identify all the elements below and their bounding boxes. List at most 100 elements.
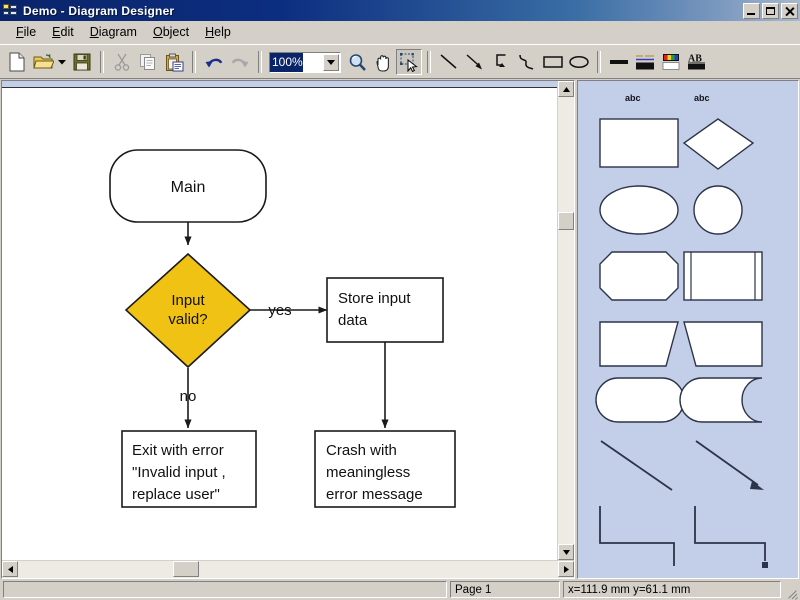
diagram-canvas[interactable]: Main Input valid? yes no Store input dat…	[2, 81, 557, 560]
menu-label-help: elp	[214, 25, 231, 39]
text-format-icon[interactable]: AB	[684, 49, 710, 75]
node-crash[interactable]: Crash with meaningless error message	[314, 430, 456, 508]
scroll-up-button[interactable]	[558, 81, 574, 97]
zoom-value[interactable]: 100%	[270, 52, 303, 72]
node-decision-label-1: Input	[171, 292, 205, 309]
vertical-scroll-track[interactable]	[558, 97, 574, 544]
toolbar-separator	[100, 51, 104, 73]
node-decision-label-2: valid?	[168, 311, 207, 328]
arrow-shape	[695, 440, 759, 486]
shape-palette[interactable]: abc abc	[577, 80, 799, 579]
open-icon[interactable]	[30, 49, 56, 75]
toolbar: 100% AB	[0, 44, 800, 79]
edge-label-no: no	[180, 388, 197, 405]
node-store-label-2: data	[338, 312, 368, 329]
toolbar-separator	[192, 51, 196, 73]
toolbar-separator	[258, 51, 262, 73]
menu-label-diagram: iagram	[98, 25, 137, 39]
line-width-icon[interactable]	[606, 49, 632, 75]
chevron-down-icon[interactable]	[323, 53, 339, 71]
toolbar-separator	[427, 51, 431, 73]
rectangle-tool-icon[interactable]	[540, 49, 566, 75]
new-icon[interactable]	[4, 49, 30, 75]
node-crash-label-3: error message	[326, 486, 423, 503]
rounded-rectangle-shape	[599, 251, 679, 301]
curve-tool-icon[interactable]	[514, 49, 540, 75]
status-coordinates: x=111.9 mm y=61.1 mm	[563, 581, 781, 598]
node-main[interactable]: Main	[109, 149, 267, 223]
horizontal-scroll-thumb[interactable]	[173, 561, 199, 577]
stadium-shape	[595, 377, 685, 423]
horizontal-scroll-track[interactable]	[18, 561, 558, 578]
rectangle-shape	[599, 118, 679, 168]
ellipse-shape	[599, 185, 679, 235]
arrow-shape-head	[750, 481, 764, 490]
elbow-arrow-shape-head	[762, 562, 768, 568]
ellipse-tool-icon[interactable]	[566, 49, 592, 75]
resize-grip[interactable]	[784, 581, 798, 600]
inverted-trapezoid-shape	[683, 321, 763, 367]
menu-item-help[interactable]: Help	[197, 23, 239, 41]
node-exit-label-1: Exit with error	[132, 442, 224, 459]
elbow-line-shape	[599, 506, 675, 566]
window-title: Demo - Diagram Designer	[23, 3, 175, 18]
fill-color-icon[interactable]	[658, 49, 684, 75]
minimize-button[interactable]	[743, 2, 760, 19]
select-tool-icon[interactable]	[396, 49, 422, 75]
zoom-tool-icon[interactable]	[344, 49, 370, 75]
node-exit[interactable]: Exit with error "Invalid input , replace…	[121, 430, 257, 508]
edge-label-yes: yes	[268, 302, 291, 319]
node-store[interactable]: Store input data	[326, 277, 444, 343]
menu-item-file[interactable]: File	[8, 23, 44, 41]
node-crash-label-1: Crash with	[326, 442, 397, 459]
status-bar: Page 1 x=111.9 mm y=61.1 mm	[0, 579, 800, 600]
menu-item-edit[interactable]: Edit	[44, 23, 82, 41]
scroll-right-button[interactable]	[558, 561, 574, 577]
node-exit-label-3: replace user"	[132, 486, 220, 503]
node-exit-label-2: "Invalid input ,	[132, 464, 226, 481]
window-controls	[743, 2, 798, 19]
menu-label-object: bject	[162, 25, 190, 39]
menu-item-diagram[interactable]: Diagram	[82, 23, 145, 41]
flowchart[interactable]: Main Input valid? yes no Store input dat…	[2, 88, 536, 548]
close-button[interactable]	[781, 2, 798, 19]
page-surface[interactable]: Main Input valid? yes no Store input dat…	[2, 88, 557, 560]
save-icon[interactable]	[69, 49, 95, 75]
diagram-icon	[3, 3, 18, 18]
menu-bar: File Edit Diagram Object Help	[0, 21, 800, 44]
open-dropdown-icon[interactable]	[56, 49, 69, 75]
node-decision[interactable]: Input valid?	[124, 252, 252, 369]
vertical-scroll-thumb[interactable]	[558, 212, 574, 230]
copy-icon[interactable]	[135, 49, 161, 75]
cut-icon[interactable]	[109, 49, 135, 75]
paste-icon[interactable]	[161, 49, 187, 75]
toolbar-separator	[597, 51, 601, 73]
zoom-combo[interactable]: 100%	[269, 51, 341, 73]
node-store-label-1: Store input	[338, 290, 411, 307]
diagram-designer-window: Demo - Diagram Designer File Edit Diagra…	[0, 0, 800, 600]
line-style-icon[interactable]	[632, 49, 658, 75]
node-main-label: Main	[171, 179, 206, 196]
horizontal-scrollbar[interactable]	[2, 560, 574, 578]
circle-shape	[693, 185, 743, 235]
pan-hand-icon[interactable]	[370, 49, 396, 75]
maximize-button[interactable]	[762, 2, 779, 19]
menu-item-object[interactable]: Object	[145, 23, 197, 41]
line-shape	[600, 440, 673, 491]
redo-icon[interactable]	[227, 49, 253, 75]
undo-icon[interactable]	[201, 49, 227, 75]
scroll-left-button[interactable]	[2, 561, 18, 577]
diamond-shape	[682, 118, 755, 170]
canvas-top-margin	[2, 81, 557, 88]
zoom-field-blank	[302, 52, 322, 72]
trapezoid-shape	[599, 321, 679, 367]
line-tool-icon[interactable]	[436, 49, 462, 75]
workspace: Main Input valid? yes no Store input dat…	[0, 79, 800, 579]
title-bar: Demo - Diagram Designer	[0, 0, 800, 21]
status-page: Page 1	[450, 581, 560, 598]
arrow-tool-icon[interactable]	[462, 49, 488, 75]
vertical-scrollbar[interactable]	[557, 81, 574, 560]
scroll-down-button[interactable]	[558, 544, 574, 560]
menu-label-file: ile	[23, 25, 37, 39]
elbow-connector-icon[interactable]	[488, 49, 514, 75]
